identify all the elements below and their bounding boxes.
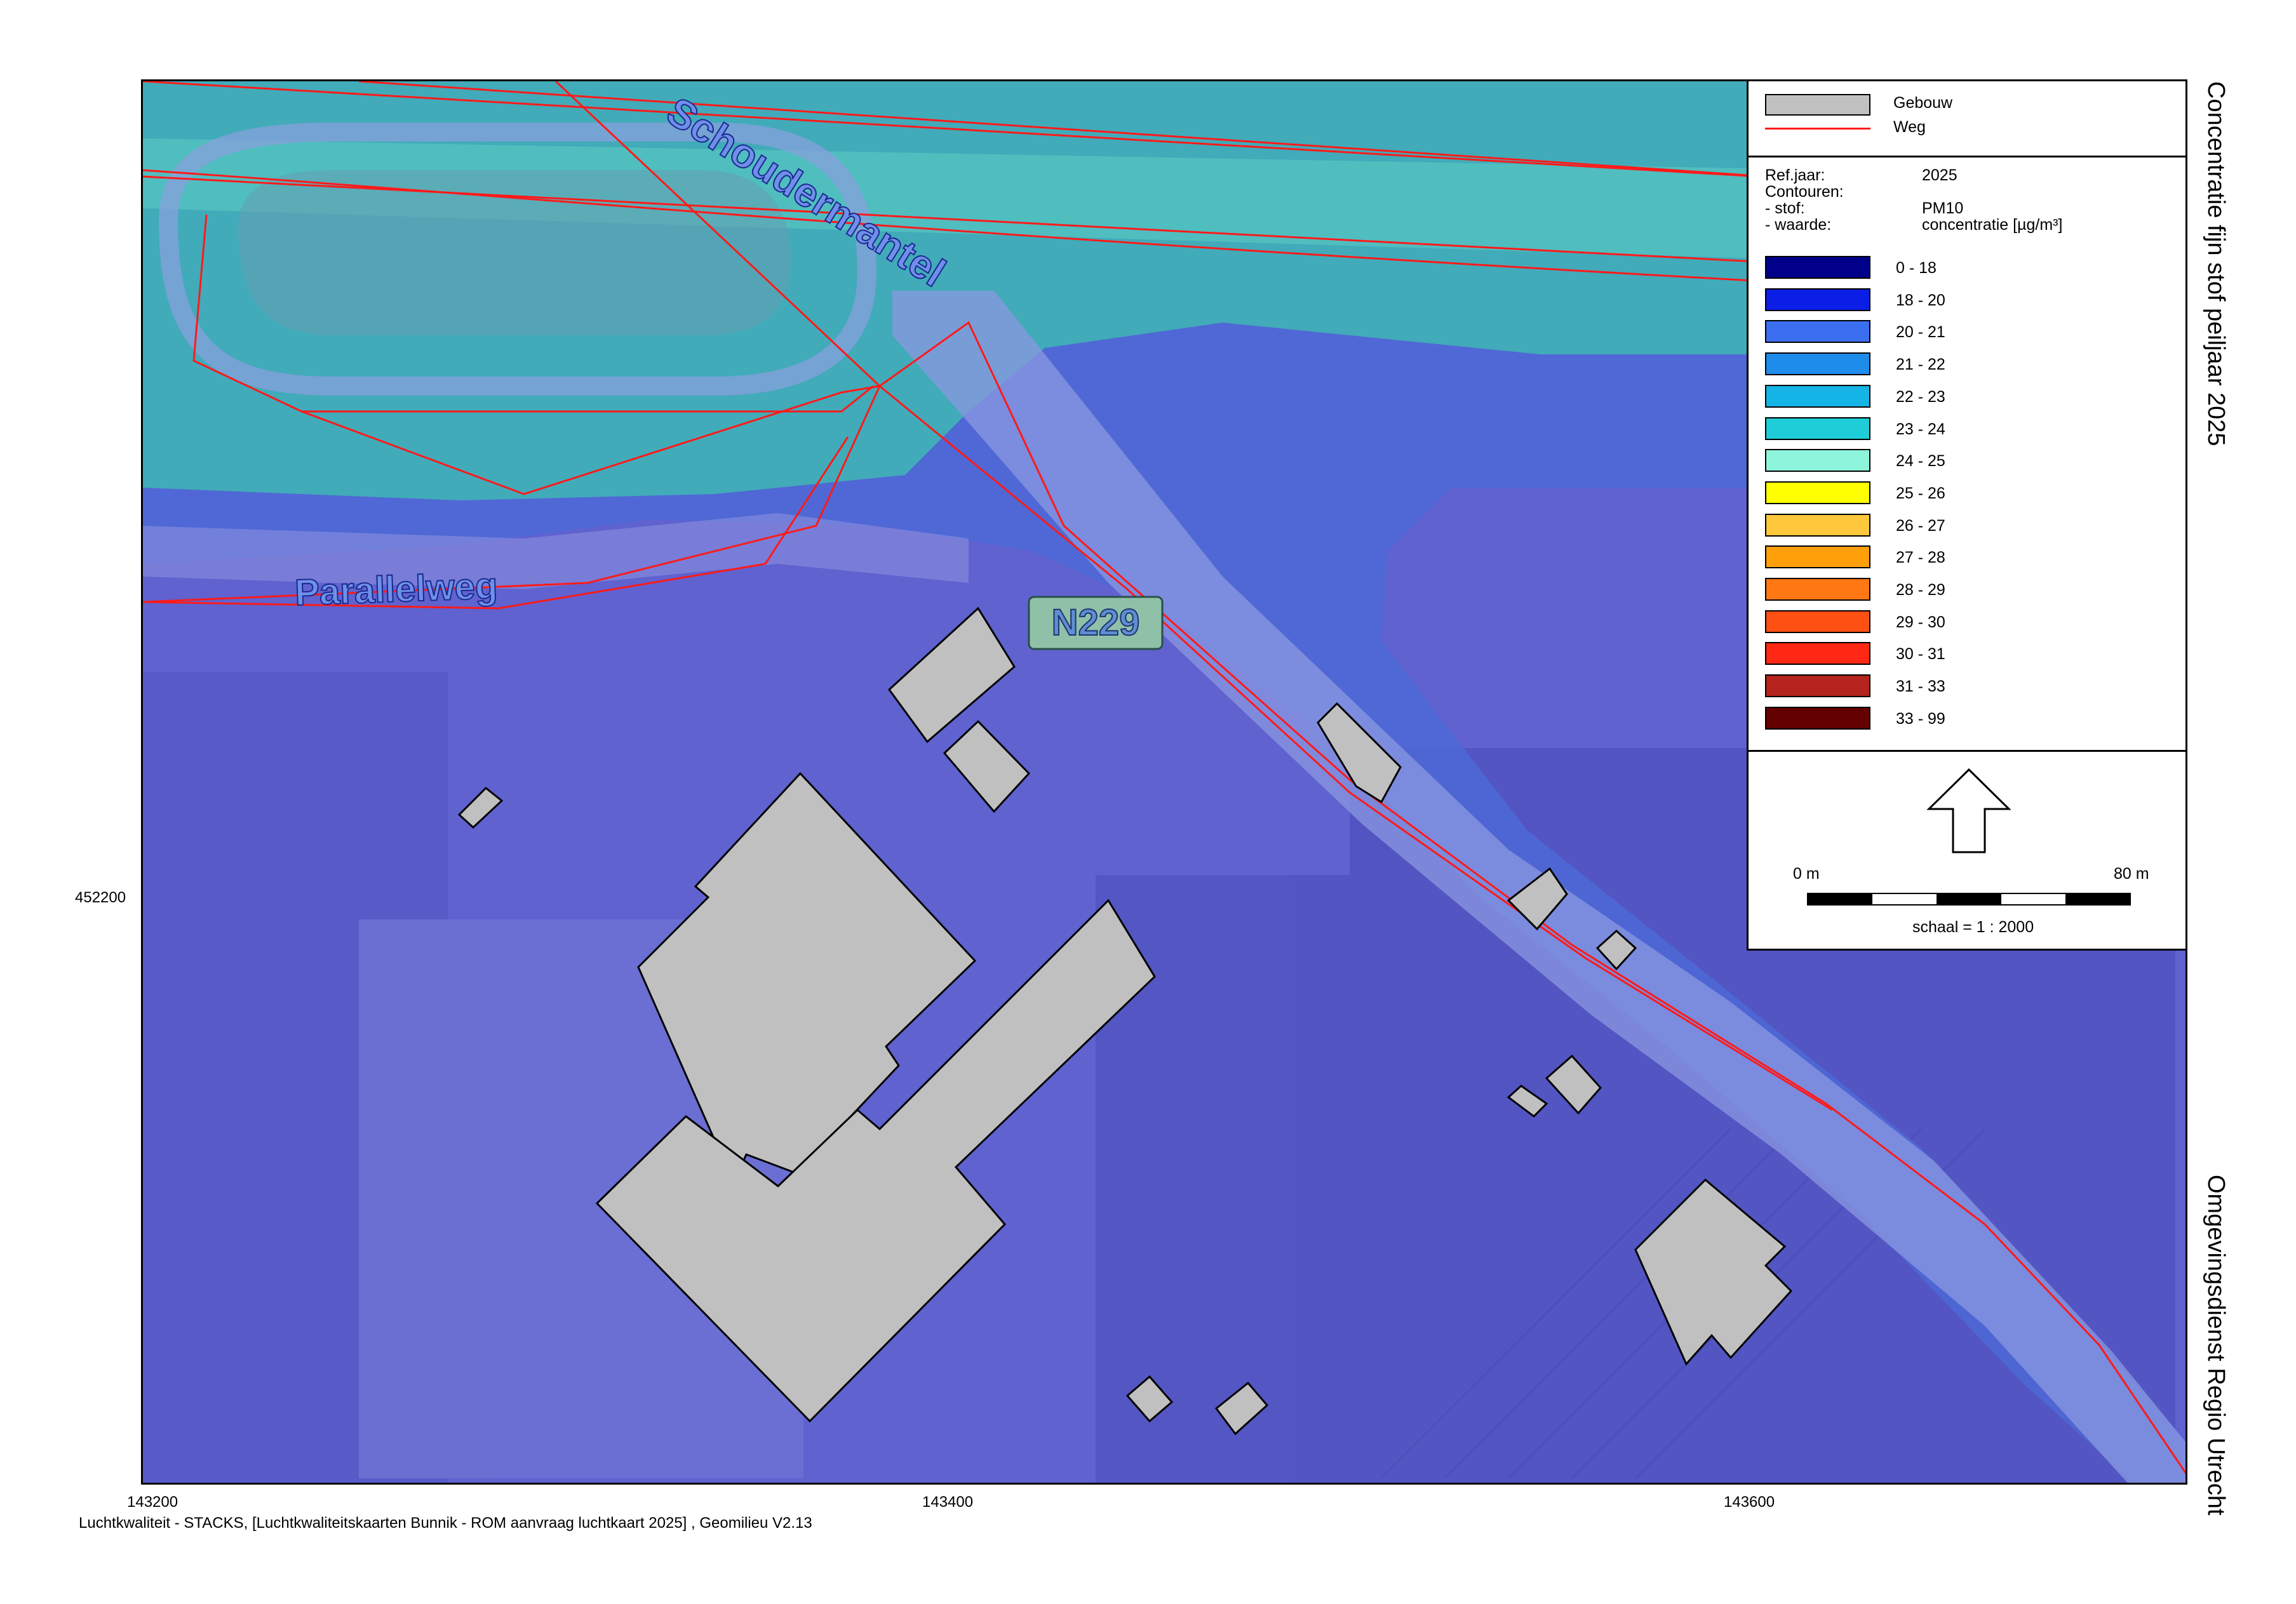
class-range-label: 18 - 20 bbox=[1896, 291, 1945, 309]
building-swatch-icon bbox=[1765, 94, 1870, 116]
ramp-inner-field bbox=[238, 170, 791, 335]
road-line-icon bbox=[1765, 128, 1870, 130]
info-value: 2025 bbox=[1922, 166, 1957, 184]
class-range-label: 31 - 33 bbox=[1896, 678, 1945, 696]
svg-text:N229: N229 bbox=[1052, 602, 1140, 643]
street-label-parallelweg: Parallelweg bbox=[294, 565, 498, 613]
class-swatch bbox=[1765, 417, 1870, 440]
info-key: - waarde: bbox=[1765, 216, 1832, 234]
x-tick-label: 143400 bbox=[922, 1494, 974, 1511]
road-shield-n229: N229 bbox=[1028, 596, 1164, 650]
class-swatch bbox=[1765, 384, 1870, 408]
class-swatch bbox=[1765, 256, 1870, 279]
class-swatch bbox=[1765, 288, 1870, 311]
scale-start-label: 0 m bbox=[1793, 865, 1820, 883]
class-range-label: 28 - 29 bbox=[1896, 581, 1945, 599]
info-key: Contouren: bbox=[1765, 183, 1844, 201]
scale-end-label: 80 m bbox=[2114, 865, 2149, 883]
class-range-label: 27 - 28 bbox=[1896, 549, 1945, 567]
legend-divider bbox=[1749, 750, 2185, 752]
class-swatch bbox=[1765, 674, 1870, 698]
x-tick-label: 143600 bbox=[1724, 1494, 1775, 1511]
class-range-label: 30 - 31 bbox=[1896, 645, 1945, 664]
info-key: - stof: bbox=[1765, 199, 1805, 217]
class-swatch bbox=[1765, 352, 1870, 376]
class-swatch bbox=[1765, 706, 1870, 730]
north-arrow-icon bbox=[1926, 768, 2011, 853]
class-range-label: 0 - 18 bbox=[1896, 259, 1937, 277]
legend-divider bbox=[1749, 156, 2185, 157]
legend-label: Gebouw bbox=[1893, 94, 1953, 112]
class-swatch bbox=[1765, 642, 1870, 665]
class-swatch bbox=[1765, 449, 1870, 472]
class-range-label: 21 - 22 bbox=[1896, 356, 1945, 374]
class-swatch bbox=[1765, 545, 1870, 569]
info-value: concentratie [µg/m³] bbox=[1922, 216, 2063, 234]
class-range-label: 20 - 21 bbox=[1896, 323, 1945, 342]
class-range-label: 22 - 23 bbox=[1896, 387, 1945, 406]
class-swatch bbox=[1765, 320, 1870, 344]
class-range-label: 29 - 30 bbox=[1896, 613, 1945, 631]
footer-credit: Luchtkwaliteit - STACKS, [Luchtkwaliteit… bbox=[79, 1514, 812, 1532]
scale-bar bbox=[1807, 893, 2131, 906]
class-swatch bbox=[1765, 513, 1870, 537]
class-range-label: 25 - 26 bbox=[1896, 484, 1945, 502]
class-swatch bbox=[1765, 578, 1870, 601]
map-legend: Gebouw Weg Ref.jaar: 2025 Contouren: - s… bbox=[1747, 79, 2187, 951]
info-value: PM10 bbox=[1922, 199, 1964, 217]
class-range-label: 23 - 24 bbox=[1896, 420, 1945, 438]
class-range-label: 33 - 99 bbox=[1896, 709, 1945, 728]
side-title-top: Concentratie fijn stof peiljaar 2025 bbox=[2203, 81, 2229, 446]
y-tick-label: 452200 bbox=[75, 889, 126, 906]
side-title-bottom: Omgevingsdienst Regio Utrecht bbox=[2203, 1175, 2229, 1516]
info-key: Ref.jaar: bbox=[1765, 166, 1825, 184]
class-swatch bbox=[1765, 481, 1870, 504]
class-range-label: 26 - 27 bbox=[1896, 516, 1945, 535]
class-swatch bbox=[1765, 610, 1870, 633]
x-tick-label: 143200 bbox=[127, 1494, 178, 1511]
legend-label: Weg bbox=[1893, 118, 1926, 136]
class-range-label: 24 - 25 bbox=[1896, 452, 1945, 471]
scale-ratio-label: schaal = 1 : 2000 bbox=[1912, 918, 2034, 936]
